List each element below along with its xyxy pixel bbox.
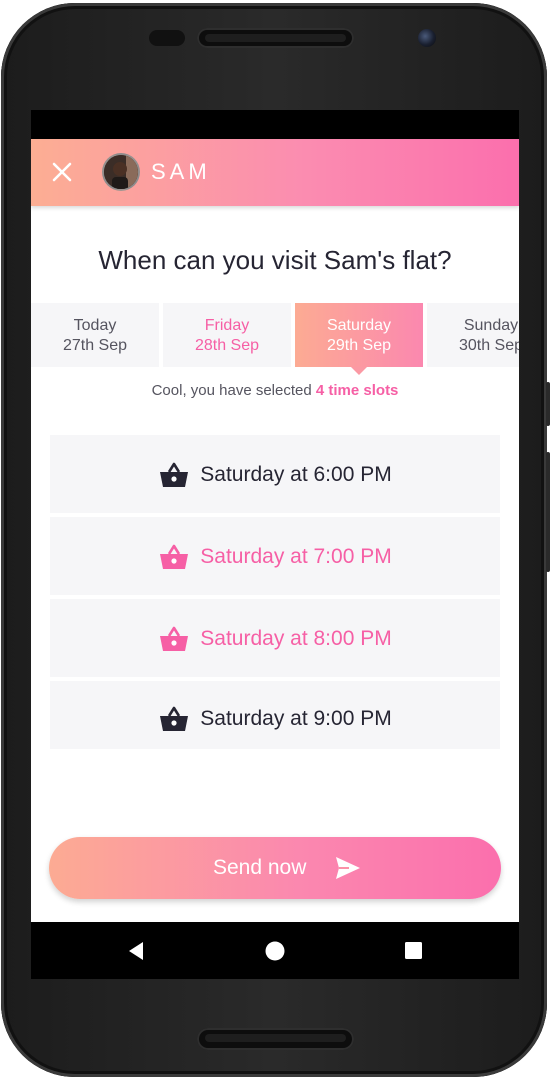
basket-icon (160, 626, 189, 651)
selection-summary: Cool, you have selected 4 time slots (31, 380, 519, 402)
app-screen: SAM When can you visit Sam's flat? Today… (31, 110, 519, 979)
day-tab-friday[interactable]: Friday 28th Sep (163, 303, 291, 367)
day-tab-sunday[interactable]: Sunday 30th Sep (427, 303, 519, 367)
day-tab-today[interactable]: Today 27th Sep (31, 303, 159, 367)
time-slot-label: Saturday at 8:00 PM (200, 627, 392, 650)
selection-summary-text: Cool, you have selected (151, 382, 316, 399)
avatar[interactable] (102, 153, 140, 191)
close-button[interactable] (47, 157, 77, 187)
time-slot-label: Saturday at 6:00 PM (200, 463, 392, 486)
time-slot-7pm[interactable]: Saturday at 7:00 PM (50, 517, 500, 595)
send-now-label: Send now (213, 856, 307, 879)
home-icon[interactable] (264, 940, 286, 962)
basket-icon (160, 706, 189, 731)
app-header: SAM (31, 139, 519, 206)
proximity-sensor (149, 30, 185, 46)
day-tab-date: 29th Sep (326, 337, 392, 354)
time-slot-6pm[interactable]: Saturday at 6:00 PM (50, 435, 500, 513)
power-button (546, 382, 550, 426)
contact-name: SAM (151, 159, 211, 184)
time-slot-label: Saturday at 9:00 PM (200, 707, 392, 730)
back-icon[interactable] (126, 940, 148, 962)
basket-icon (160, 462, 189, 487)
day-tab-label: Saturday (326, 317, 392, 334)
day-tab-label: Sunday (463, 317, 519, 334)
day-tab-label: Today (73, 317, 117, 334)
close-icon (52, 162, 72, 182)
basket-icon (160, 544, 189, 569)
send-icon (336, 857, 360, 879)
time-slot-8pm[interactable]: Saturday at 8:00 PM (50, 599, 500, 677)
volume-button (546, 452, 550, 572)
day-selector: Today 27th Sep Friday 28th Sep Saturday … (31, 303, 519, 375)
bottom-speaker (197, 1028, 354, 1050)
recents-icon[interactable] (403, 940, 425, 962)
status-bar (31, 110, 519, 139)
selection-count: 4 time slots (315, 382, 399, 399)
front-camera-icon (418, 29, 436, 47)
earpiece-speaker (197, 28, 354, 48)
day-tab-date: 28th Sep (194, 337, 260, 354)
avatar-photo (104, 155, 138, 189)
send-now-button[interactable]: Send now (49, 837, 501, 899)
page-title: When can you visit Sam's flat? (98, 245, 452, 275)
android-navigation-bar (31, 922, 519, 979)
day-tab-date: 27th Sep (62, 337, 128, 354)
time-slot-9pm[interactable]: Saturday at 9:00 PM (50, 681, 500, 749)
day-tab-label: Friday (204, 317, 250, 334)
day-tab-date: 30th Sep (458, 337, 519, 354)
time-slot-label: Saturday at 7:00 PM (200, 545, 392, 568)
day-tab-saturday[interactable]: Saturday 29th Sep (295, 303, 423, 375)
